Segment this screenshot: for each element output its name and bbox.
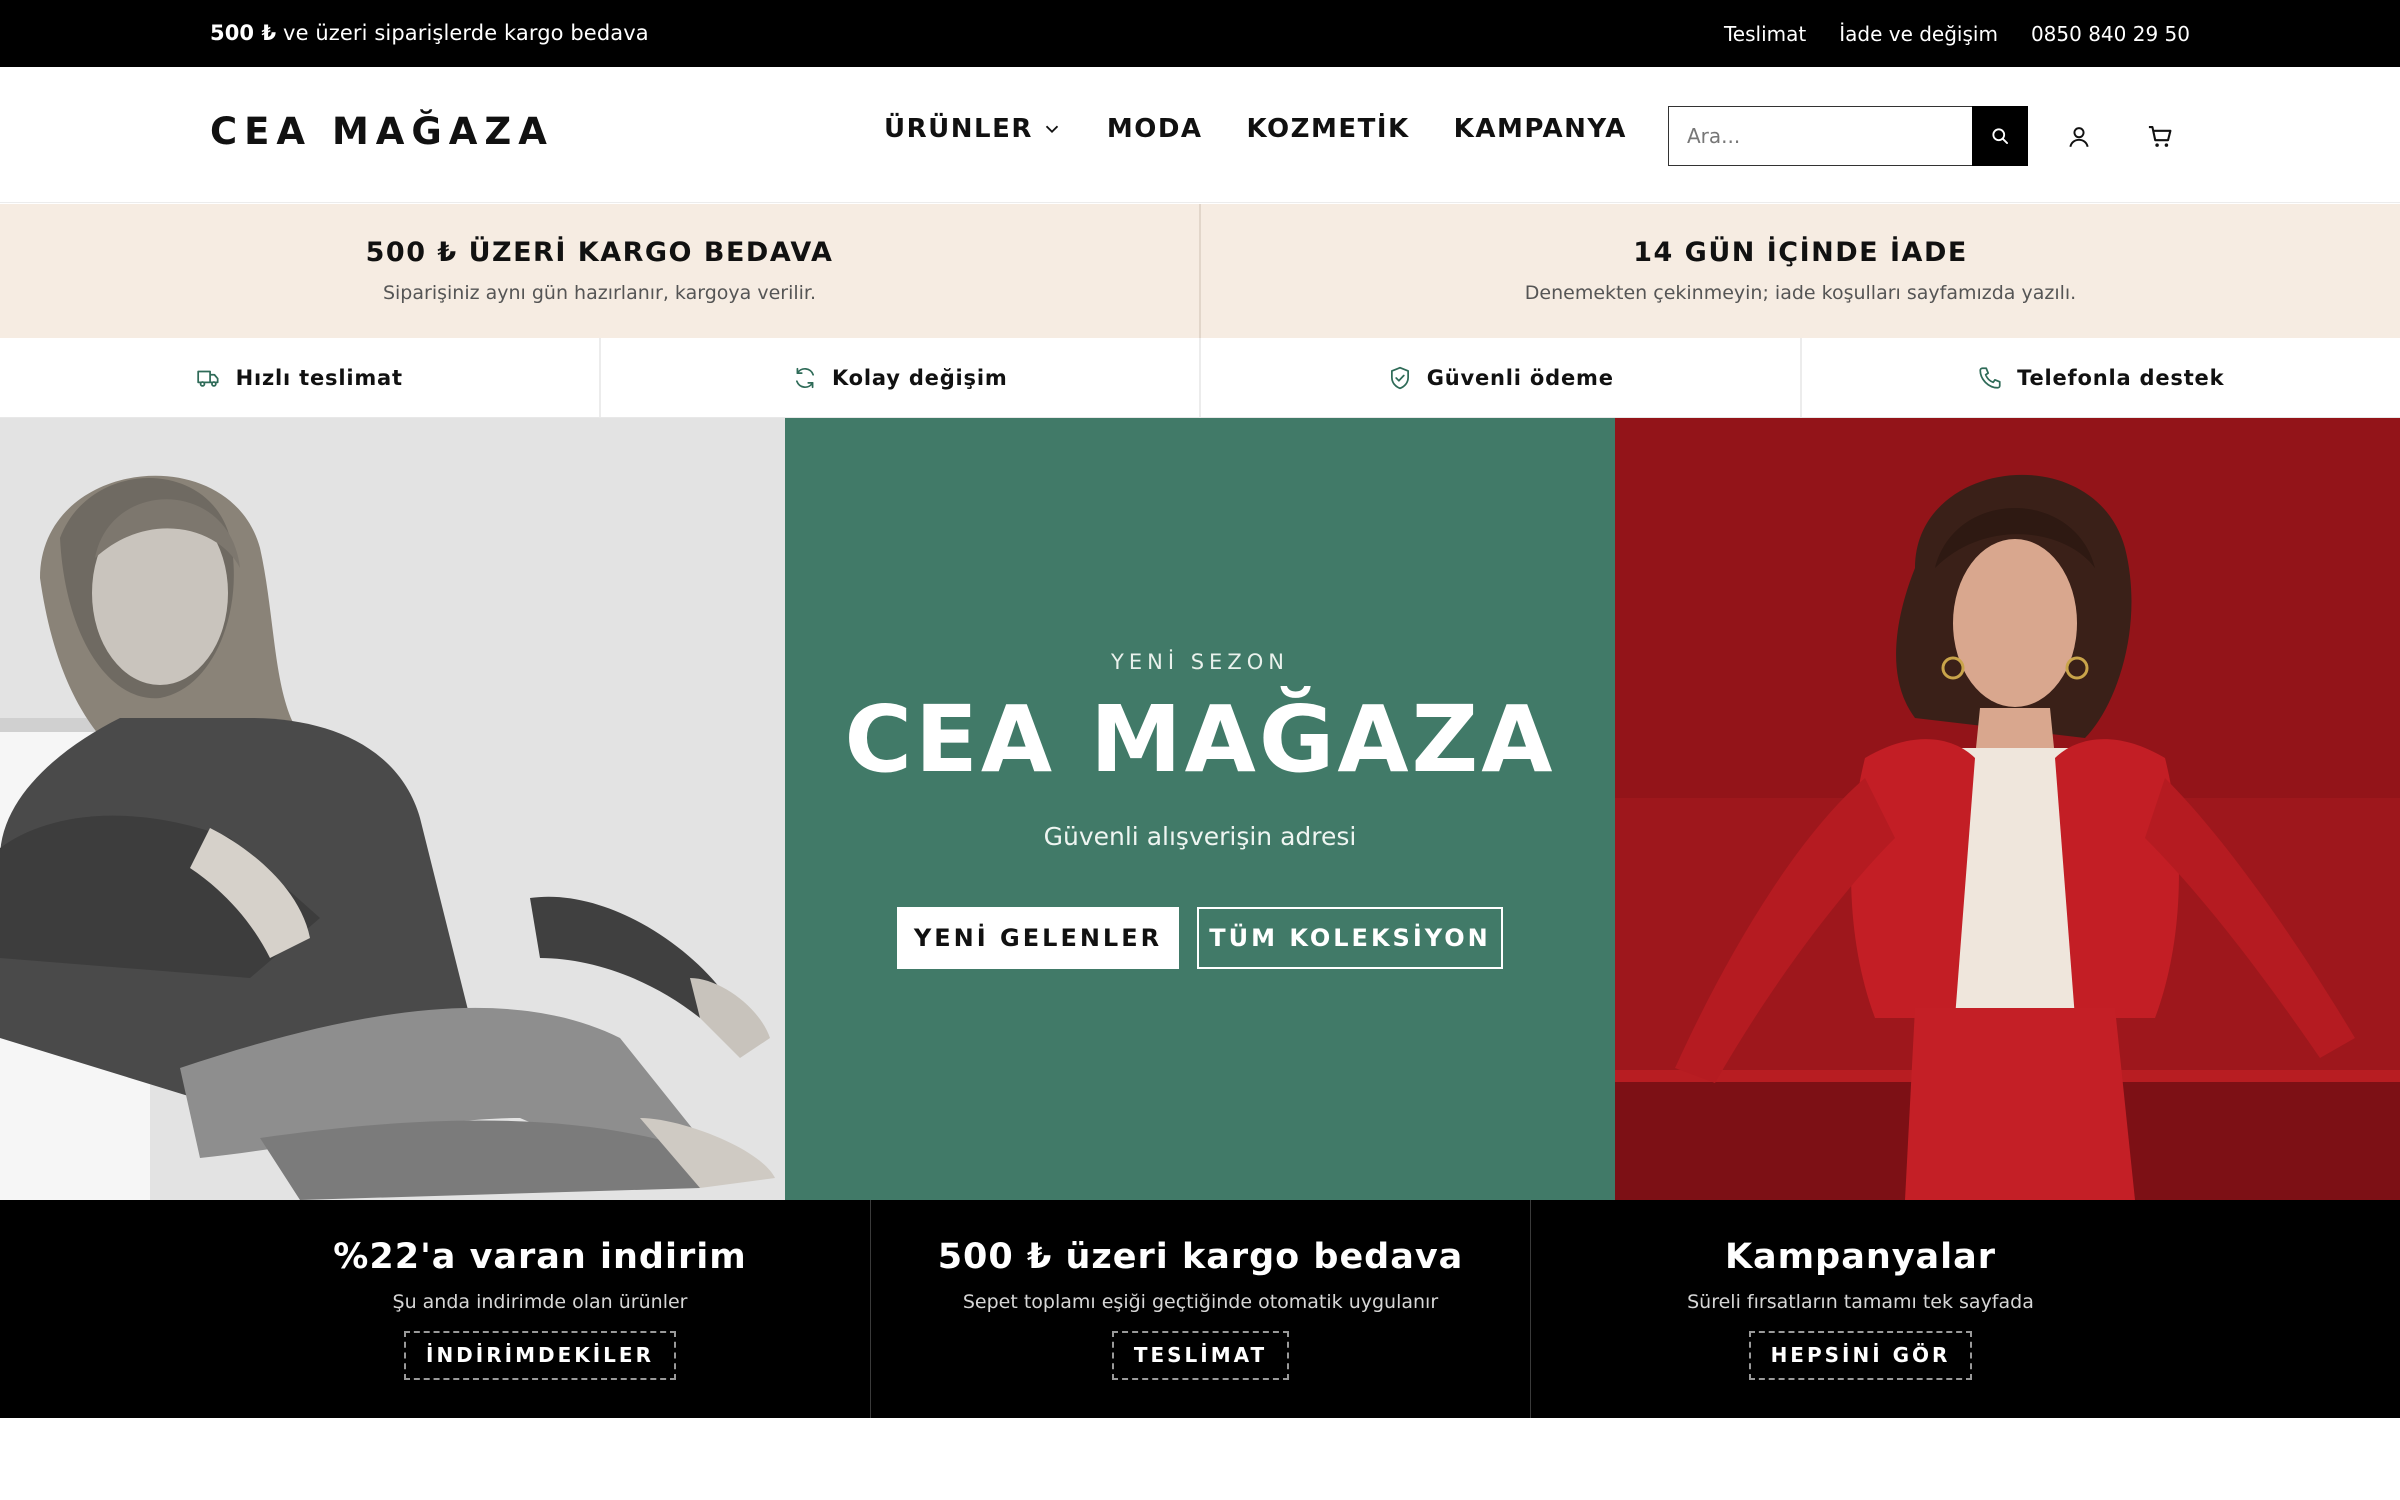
topbar-link-delivery[interactable]: Teslimat bbox=[1724, 22, 1806, 46]
topbar-link-phone[interactable]: 0850 840 29 50 bbox=[2031, 22, 2190, 46]
search-input[interactable] bbox=[1668, 106, 1972, 166]
feature-fast-delivery: Hızlı teslimat bbox=[0, 338, 599, 417]
promo-strip: %22'a varan indirim Şu anda indirimde ol… bbox=[0, 1200, 2400, 1418]
announcement-message: ve üzeri siparişlerde kargo bedava bbox=[276, 21, 649, 45]
promo-campaigns-title: Kampanyalar bbox=[1724, 1237, 1997, 1277]
cart-button[interactable] bbox=[2143, 120, 2177, 154]
promo-discount: %22'a varan indirim Şu anda indirimde ol… bbox=[210, 1200, 870, 1418]
hero-subtitle: Güvenli alışverişin adresi bbox=[1043, 822, 1357, 851]
feature-secure-payment: Güvenli ödeme bbox=[1199, 338, 1800, 417]
hero-banner: YENİ SEZON CEA MAĞAZA Güvenli alışverişi… bbox=[0, 418, 2400, 1200]
model-photo-bw bbox=[0, 418, 785, 1200]
nav-item-products[interactable]: ÜRÜNLER bbox=[884, 114, 1063, 144]
announcement-text: 500 ₺ ve üzeri siparişlerde kargo bedava bbox=[210, 0, 649, 67]
user-icon bbox=[2069, 127, 2089, 148]
promo-campaigns: Kampanyalar Süreli fırsatların tamamı te… bbox=[1530, 1200, 2190, 1418]
discounted-button[interactable]: İNDİRİMDEKİLER bbox=[404, 1331, 676, 1380]
new-arrivals-button[interactable]: YENİ GELENLER bbox=[897, 907, 1179, 969]
promo-discount-text: Şu anda indirimde olan ürünler bbox=[392, 1291, 688, 1313]
nav-item-cosmetics[interactable]: KOZMETİK bbox=[1247, 114, 1410, 144]
model-photo-red-suit bbox=[1615, 418, 2400, 1200]
phone-icon bbox=[1979, 366, 2001, 389]
search-button[interactable] bbox=[1972, 106, 2028, 166]
info-returns: 14 GÜN İÇİNDE İADE Denemekten çekinmeyin… bbox=[1199, 204, 2400, 338]
search-form bbox=[1668, 106, 2028, 166]
feature-fast-delivery-label: Hızlı teslimat bbox=[235, 365, 403, 390]
site-header: CEA MAĞAZA ÜRÜNLER MODA KOZMETİK KAMPANY… bbox=[0, 67, 2400, 203]
nav-item-fashion[interactable]: MODA bbox=[1107, 114, 1203, 144]
account-button[interactable] bbox=[2062, 120, 2096, 154]
nav-item-campaign[interactable]: KAMPANYA bbox=[1454, 114, 1627, 144]
search-icon bbox=[1992, 128, 2008, 144]
features-row: Hızlı teslimat Kolay değişim Güvenli öde… bbox=[0, 338, 2400, 418]
site-logo[interactable]: CEA MAĞAZA bbox=[210, 110, 554, 153]
promo-shipping: 500 ₺ üzeri kargo bedava Sepet toplamı e… bbox=[870, 1200, 1530, 1418]
main-nav: ÜRÜNLER MODA KOZMETİK KAMPANYA bbox=[884, 114, 1627, 144]
see-all-button[interactable]: HEPSİNİ GÖR bbox=[1748, 1331, 1973, 1380]
promo-discount-title: %22'a varan indirim bbox=[333, 1237, 747, 1277]
topbar-links: Teslimat İade ve değişim 0850 840 29 50 bbox=[1724, 0, 2190, 67]
announcement-bar: 500 ₺ ve üzeri siparişlerde kargo bedava… bbox=[0, 0, 2400, 67]
feature-easy-exchange-label: Kolay değişim bbox=[831, 365, 1008, 390]
promo-shipping-title: 500 ₺ üzeri kargo bedava bbox=[937, 1237, 1464, 1277]
info-free-shipping-text: Siparişiniz aynı gün hazırlanır, kargoya… bbox=[382, 282, 817, 304]
feature-phone-support: Telefonla destek bbox=[1799, 338, 2400, 417]
truck-icon bbox=[196, 370, 219, 387]
promo-shipping-text: Sepet toplamı eşiği geçtiğinde otomatik … bbox=[962, 1291, 1439, 1313]
feature-easy-exchange: Kolay değişim bbox=[598, 338, 1200, 417]
promo-campaigns-text: Süreli fırsatların tamamı tek sayfada bbox=[1687, 1291, 2034, 1313]
hero-title: CEA MAĞAZA bbox=[844, 686, 1556, 793]
refresh-icon bbox=[795, 367, 814, 388]
delivery-button[interactable]: TESLİMAT bbox=[1111, 1331, 1290, 1380]
shield-check-icon bbox=[1390, 366, 1409, 389]
hero-image-right[interactable] bbox=[1615, 418, 2400, 1200]
info-returns-title: 14 GÜN İÇİNDE İADE bbox=[1633, 237, 1968, 268]
hero-center-panel: YENİ SEZON CEA MAĞAZA Güvenli alışverişi… bbox=[785, 418, 1615, 1200]
cart-icon bbox=[2148, 126, 2172, 147]
all-collection-button[interactable]: TÜM KOLEKSİYON bbox=[1197, 907, 1503, 969]
info-returns-text: Denemekten çekinmeyin; iade koşulları sa… bbox=[1524, 282, 2077, 304]
hero-image-left[interactable] bbox=[0, 418, 785, 1200]
hero-eyebrow: YENİ SEZON bbox=[1111, 650, 1289, 674]
feature-phone-support-label: Telefonla destek bbox=[2017, 365, 2225, 390]
info-free-shipping-title: 500 ₺ ÜZERİ KARGO BEDAVA bbox=[365, 237, 834, 268]
announcement-amount: 500 ₺ bbox=[210, 21, 277, 45]
shipping-info-band: 500 ₺ ÜZERİ KARGO BEDAVA Siparişiniz ayn… bbox=[0, 204, 2400, 338]
feature-secure-payment-label: Güvenli ödeme bbox=[1426, 365, 1614, 390]
chevron-down-icon bbox=[1045, 125, 1059, 134]
info-free-shipping: 500 ₺ ÜZERİ KARGO BEDAVA Siparişiniz ayn… bbox=[0, 204, 1199, 338]
nav-item-products-label: ÜRÜNLER bbox=[884, 114, 1033, 144]
topbar-link-returns[interactable]: İade ve değişim bbox=[1839, 22, 1998, 46]
